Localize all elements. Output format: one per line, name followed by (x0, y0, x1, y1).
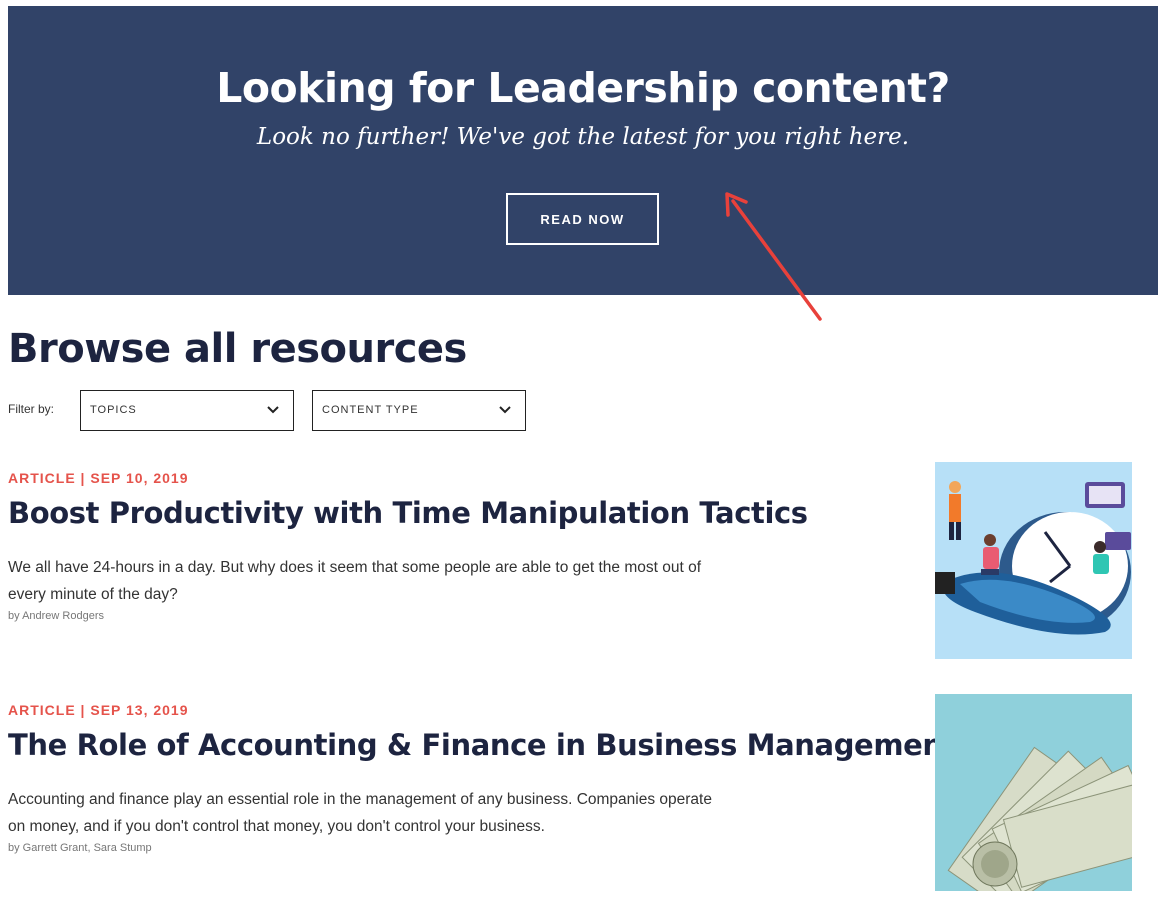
article-thumbnail[interactable] (935, 462, 1132, 659)
article-title-link[interactable]: The Role of Accounting & Finance in Busi… (8, 728, 957, 762)
clock-productivity-illustration-icon (935, 462, 1132, 659)
article-description: Accounting and finance play an essential… (8, 791, 712, 835)
article-author: by Garrett Grant, Sara Stump (8, 842, 152, 854)
article-card: ARTICLE | SEP 10, 2019 Boost Productivit… (8, 462, 1132, 667)
article-meta: ARTICLE | SEP 10, 2019 (8, 470, 189, 486)
hero-title: Looking for Leadership content? (216, 64, 950, 112)
chevron-down-icon (267, 406, 279, 414)
article-card: ARTICLE | SEP 13, 2019 The Role of Accou… (8, 694, 1132, 899)
chevron-down-icon (499, 406, 511, 414)
article-thumbnail[interactable] (935, 694, 1132, 891)
article-author: by Andrew Rodgers (8, 610, 104, 622)
read-now-button[interactable]: READ NOW (506, 193, 659, 245)
article-description: We all have 24-hours in a day. But why d… (8, 559, 702, 603)
filter-label: Filter by: (8, 402, 55, 416)
hero-subtitle: Look no further! We've got the latest fo… (256, 124, 910, 150)
article-meta: ARTICLE | SEP 13, 2019 (8, 702, 189, 718)
article-title-link[interactable]: Boost Productivity with Time Manipulatio… (8, 496, 808, 530)
content-type-filter-select[interactable]: CONTENT TYPE (312, 390, 526, 431)
hero-banner: Looking for Leadership content? Look no … (8, 6, 1158, 295)
content-type-filter-label: CONTENT TYPE (322, 404, 419, 416)
topics-filter-label: TOPICS (90, 404, 137, 416)
topics-filter-select[interactable]: TOPICS (80, 390, 294, 431)
dollar-bills-photo-icon (935, 694, 1132, 891)
browse-title: Browse all resources (8, 326, 467, 372)
